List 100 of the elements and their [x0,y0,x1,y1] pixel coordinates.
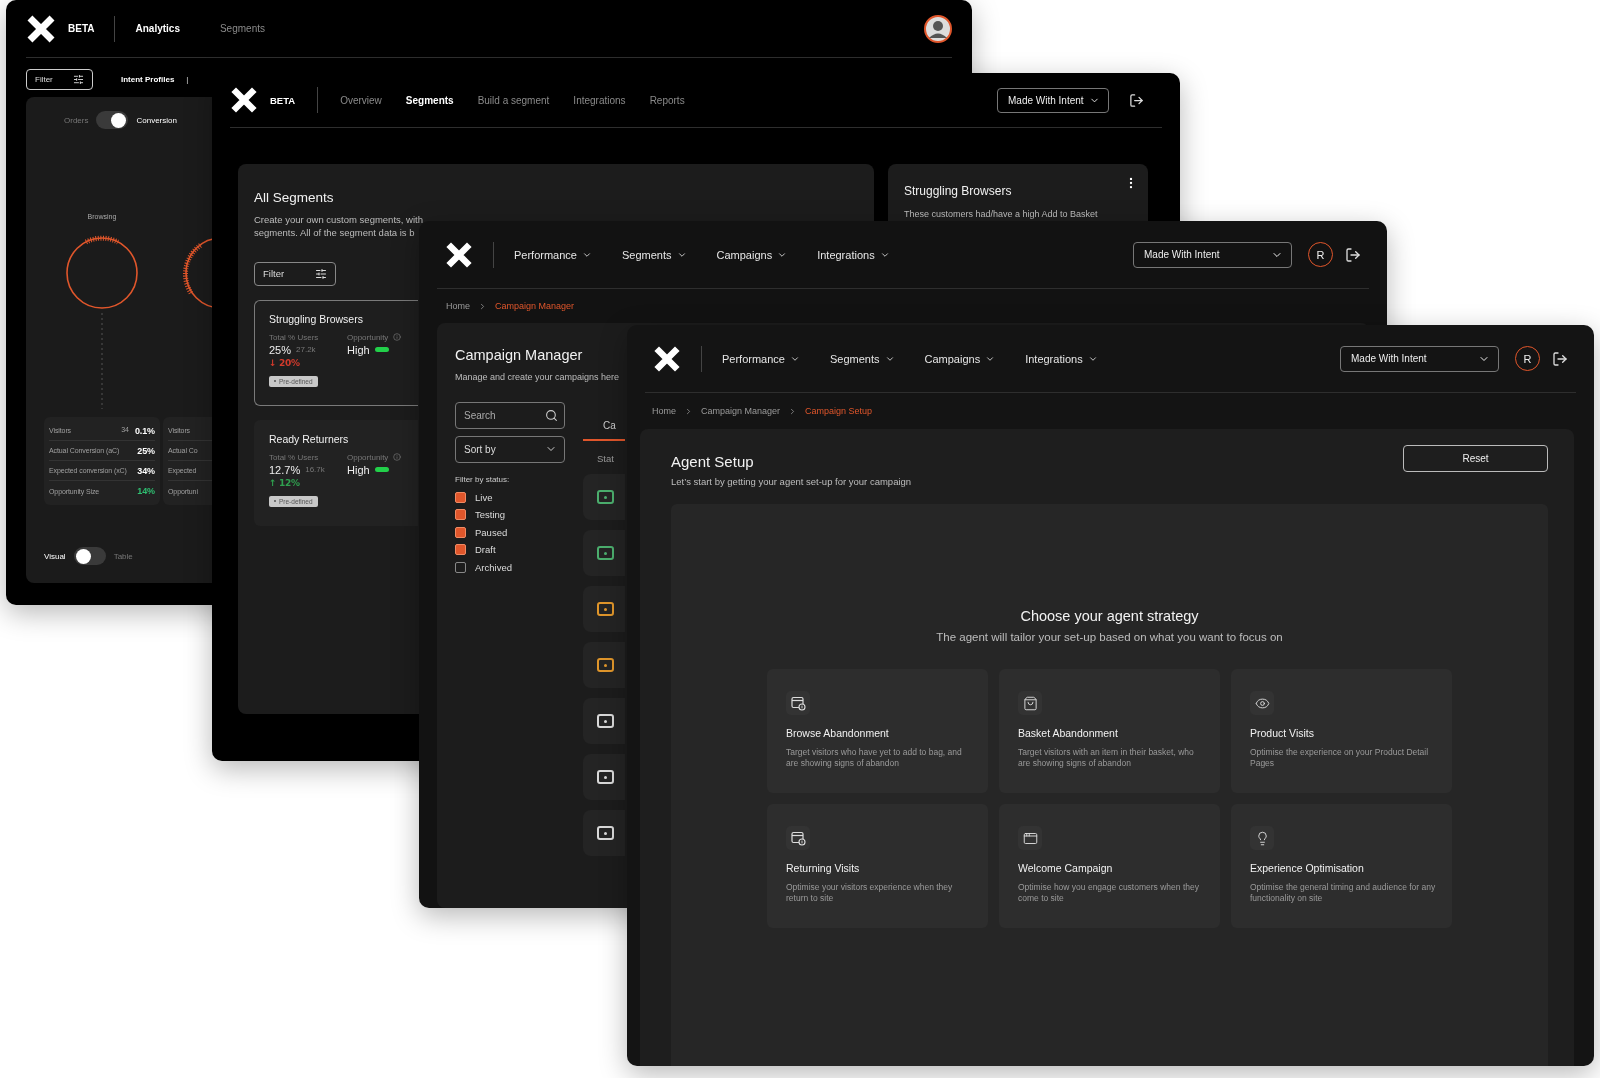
window-icon [1022,830,1038,846]
campaign-row[interactable] [583,474,625,520]
card-description: Optimise the experience on your Product Detail Pages [1250,747,1430,770]
nav-link[interactable]: Analytics [135,23,180,34]
card-title: Product Visits [1250,727,1315,740]
campaign-row[interactable] [583,530,625,576]
nav-link[interactable]: Segments [405,94,454,106]
eye-icon [1254,695,1270,711]
browser-icon [790,830,806,846]
logo-icon [26,13,56,44]
chevron-icon [684,406,693,416]
page-title: Campaign Manager [455,347,583,363]
column-header: Stat [597,453,614,464]
toggle-label: Table [113,551,133,561]
metric-label: Total % Users [269,332,320,342]
nav-link[interactable]: Integrations [573,94,626,106]
checkbox-label: Live [475,491,493,503]
segment-name: Struggling Browsers [269,312,364,325]
nav-menu[interactable]: Segments [622,248,687,261]
trend-value: ↓ 20% [269,357,300,368]
filter-button[interactable]: Filter [254,261,336,286]
logout-icon[interactable] [1129,92,1144,108]
nav-link[interactable]: Overview [340,94,382,106]
tab[interactable]: Ca [583,420,625,441]
nav-menu[interactable]: Performance [514,248,592,261]
chevron-icon [478,301,487,311]
nav-link[interactable]: Build a segment [477,94,550,106]
nav-menu[interactable]: Performance [722,352,800,365]
logout-icon[interactable] [1552,350,1568,367]
strategy-card[interactable]: Welcome Campaign Optimise how you engage customers when they come to site [999,804,1220,929]
logout-icon[interactable] [1345,246,1361,263]
breadcrumb-link[interactable]: Campaign Setup [805,406,873,416]
logo-icon [653,344,681,373]
toggle-switch[interactable] [73,547,106,565]
browser-icon [790,695,806,711]
checkbox-label: Archived [475,561,512,573]
strategy-card[interactable]: Returning Visits Optimise your visitors experience when they return to site [767,804,988,929]
strategy-card[interactable]: Experience Optimisation Optimise the general timing and audience for any functionality on site [1231,804,1452,929]
toggle-switch[interactable] [96,111,129,129]
strategy-card[interactable]: Product Visits Optimise the experience on your Product Detail Pages [1231,669,1452,794]
card-description: Optimise your visitors experience when they return to site [786,882,954,905]
metric-value: 25% [269,343,292,356]
avatar-icon [924,14,952,43]
stat-value: 25% [137,445,155,456]
segment-name: Ready Returners [269,432,350,445]
campaign-row[interactable] [583,698,625,744]
stat-value: 0.1% [134,425,155,436]
nav-menu[interactable]: Integrations [817,248,890,261]
strategy-card[interactable]: Basket Abandonment Target visitors with an item in their basket, who are showing signs of abandon [999,669,1220,794]
account-select[interactable]: Made With Intent [1133,241,1292,268]
nav-menu[interactable]: Segments [830,352,895,365]
breadcrumb-link[interactable]: Home [652,406,676,416]
card-description: Optimise the general timing and audience for any functionality on site [1250,882,1437,905]
search-icon [545,408,558,422]
breadcrumb-link[interactable]: Campaign Manager [495,301,575,311]
metric-label: Total % Users [269,452,320,462]
trend-value: ↑ 12% [269,477,300,488]
nav-menu[interactable]: Campaigns [716,248,788,261]
metric-value: 12.7% [269,463,301,476]
checkbox[interactable] [455,509,466,521]
nav-link[interactable]: Reports [649,94,685,106]
campaign-row[interactable] [583,642,625,688]
filter-button[interactable]: Filter [26,68,93,90]
search-field[interactable]: Search [455,401,565,429]
nav-link[interactable]: Segments [219,23,265,34]
metric-count: 27.2k [296,345,316,355]
strategy-card[interactable]: Browse Abandonment Target visitors who have yet to add to bag, and are showing signs of abandon [767,669,988,794]
campaign-row[interactable] [583,754,625,800]
checkbox[interactable] [455,491,466,503]
reset-button[interactable]: Reset [1403,445,1548,472]
tab[interactable]: Intent Profiles [121,74,175,84]
campaign-row[interactable] [583,586,625,632]
sliders-icon [73,73,84,85]
toggle-label: Visual [44,551,66,561]
breadcrumb-link[interactable]: Home [446,301,470,311]
checkbox[interactable] [455,526,466,538]
bag-icon [1022,695,1038,711]
checkbox[interactable] [455,561,466,573]
toggle-label: Orders [64,115,89,125]
card-title: Returning Visits [786,862,861,875]
stat-value: 34% [137,465,155,476]
nav-menu[interactable]: Integrations [1025,352,1098,365]
checkbox[interactable] [455,544,466,556]
toggle-label: Conversion [136,115,177,125]
card-title: Welcome Campaign [1018,862,1114,875]
stat-value: 14% [137,486,155,496]
card-title: Experience Optimisation [1250,862,1365,875]
card-description: Optimise how you engage customers when they come to site [1018,882,1200,905]
card-title: Browse Abandonment [786,727,890,740]
metric-value: High [347,343,370,356]
metric-value: High [347,463,370,476]
account-select[interactable]: Made With Intent [997,87,1109,113]
separator: | [186,74,189,84]
filter-label: Filter by status: [455,474,511,484]
sliders-icon [315,267,327,280]
account-select[interactable]: Made With Intent [1340,345,1499,372]
checkbox-label: Paused [475,526,508,538]
campaign-row[interactable] [583,810,625,856]
sort-select[interactable]: Sort by [455,435,565,463]
breadcrumb-link[interactable]: Campaign Manager [701,406,781,416]
